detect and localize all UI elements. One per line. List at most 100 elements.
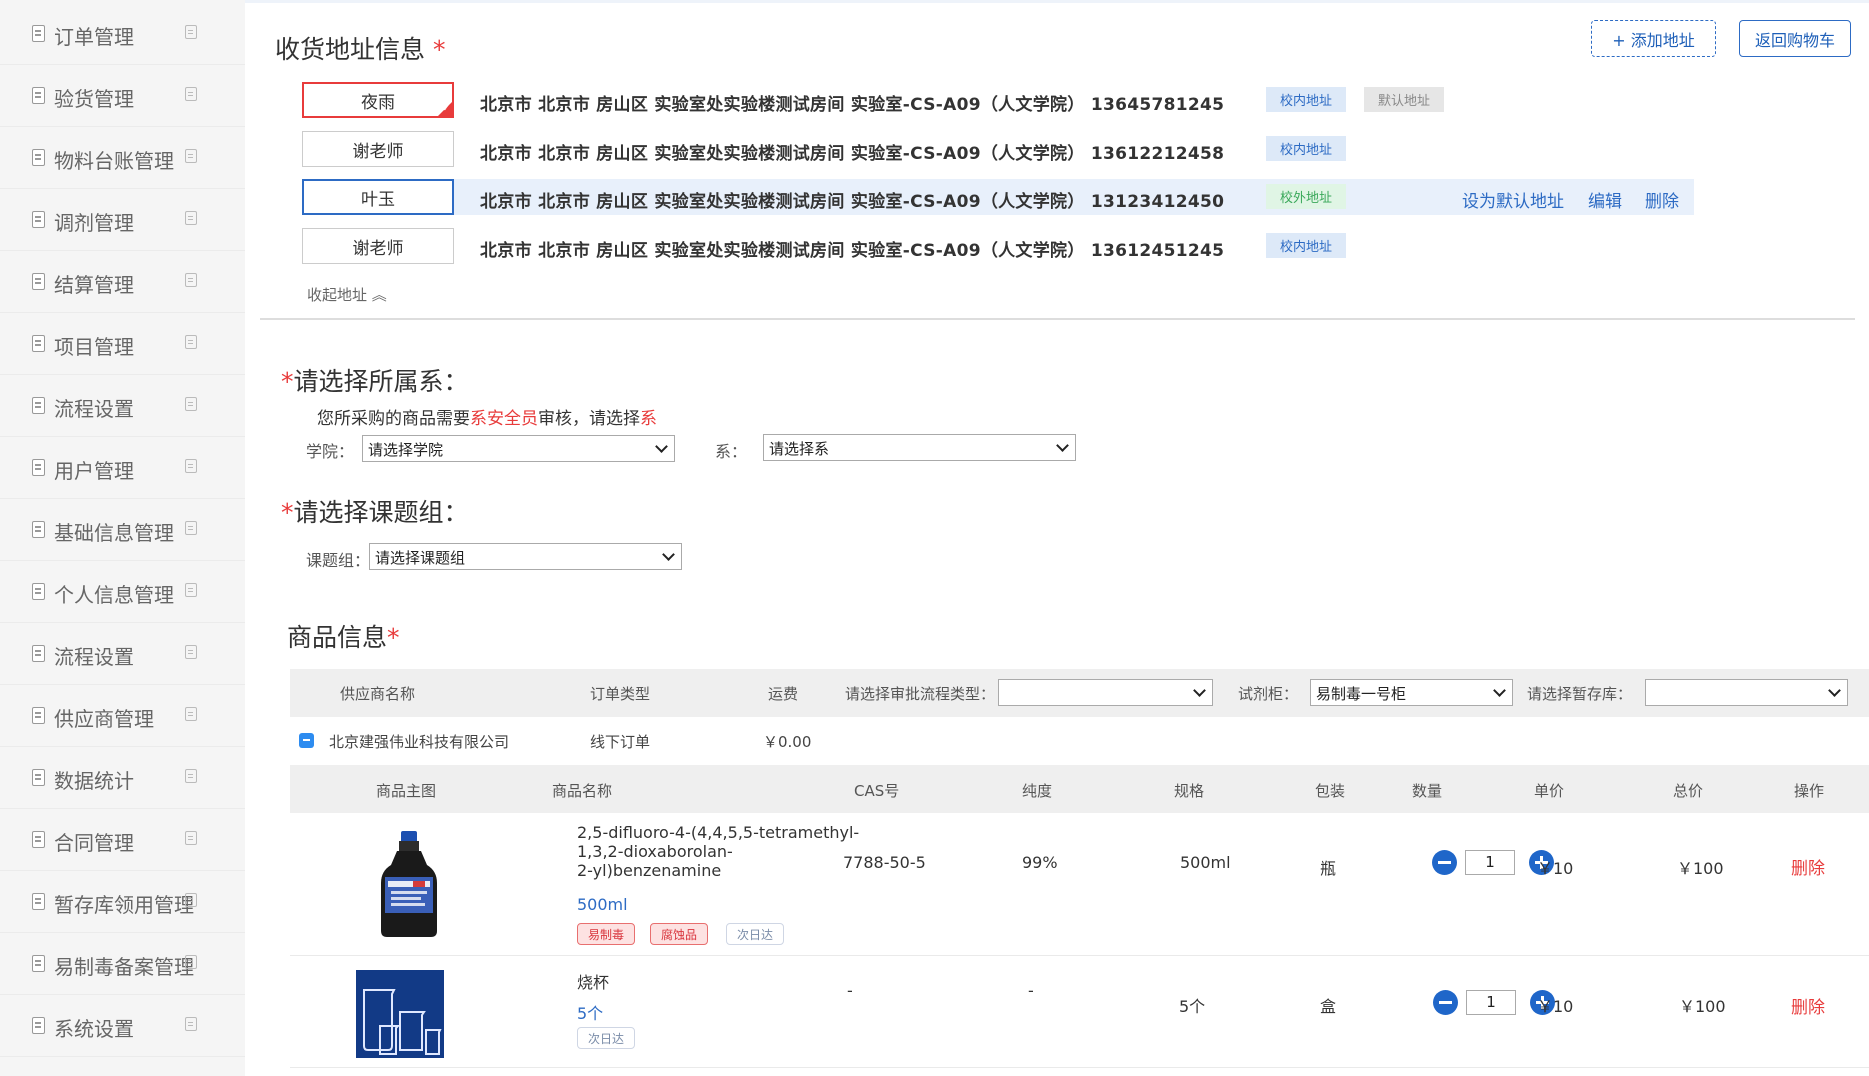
- edit-link[interactable]: 编辑: [1588, 187, 1622, 212]
- back-to-cart-button[interactable]: 返回购物车: [1739, 20, 1851, 57]
- approval-type-label: 请选择审批流程类型：: [845, 685, 996, 703]
- sidebar-item-label: 数据统计: [54, 769, 134, 793]
- sidebar-item-precursor-filing[interactable]: 易制毒备案管理: [0, 933, 245, 995]
- sidebar-item-label: 流程设置: [54, 645, 134, 669]
- default-tag: 默认地址: [1364, 87, 1445, 112]
- address-name-chip[interactable]: 谢老师: [302, 228, 454, 264]
- sidebar-item-label: 验货管理: [54, 87, 134, 111]
- document-icon: [32, 769, 45, 786]
- address-text: 北京市 北京市 房山区 实验室处实验楼测试房间 实验室-CS-A09（人文学院）…: [480, 241, 1225, 261]
- delete-product-link[interactable]: 删除: [1791, 993, 1825, 1018]
- set-default-link[interactable]: 设为默认地址: [1462, 187, 1564, 212]
- temp-storage-select[interactable]: [1645, 679, 1848, 706]
- chevron-down-icon: [655, 440, 668, 453]
- add-address-button[interactable]: + 添加地址: [1591, 20, 1716, 57]
- product-name[interactable]: 烧杯: [577, 973, 609, 992]
- section-divider: [260, 318, 1855, 320]
- sidebar-item-label: 项目管理: [54, 335, 134, 359]
- chevron-up-icon: ︽: [371, 286, 387, 304]
- sidebar-item-orders[interactable]: 订单管理: [0, 3, 245, 65]
- order-type: 线下订单: [590, 733, 651, 751]
- menu-toggle-icon: [185, 25, 197, 39]
- spec-link[interactable]: 500ml: [577, 895, 628, 914]
- supplier-row: 北京建强伟业科技有限公司 线下订单 ￥0.00: [290, 717, 1869, 765]
- address-row[interactable]: 谢老师 北京市 北京市 房山区 实验室处实验楼测试房间 实验室-CS-A09（人…: [302, 228, 1692, 264]
- delete-product-link[interactable]: 删除: [1791, 854, 1825, 879]
- menu-toggle-icon: [185, 893, 197, 907]
- address-name-chip[interactable]: 叶玉: [302, 179, 454, 215]
- chevron-down-icon: [1828, 684, 1841, 697]
- product-name[interactable]: 2,5-difluoro-4-(4,4,5,5-tetramethyl- 1,3…: [577, 823, 859, 880]
- sidebar-item-workflow-2[interactable]: 流程设置: [0, 623, 245, 685]
- menu-toggle-icon: [185, 459, 197, 473]
- chevron-down-icon: [662, 548, 675, 561]
- freight-value: ￥0.00: [763, 733, 812, 751]
- quantity-input[interactable]: 1: [1465, 850, 1515, 875]
- next-day-tag: 次日达: [726, 923, 785, 945]
- pack: 瓶: [1320, 859, 1337, 878]
- spec: 5个: [1179, 997, 1206, 1016]
- quantity-input[interactable]: 1: [1466, 990, 1516, 1015]
- sidebar-item-suppliers[interactable]: 供应商管理: [0, 685, 245, 747]
- collapse-address-link[interactable]: 收起地址 ︽: [307, 284, 387, 305]
- temp-storage-label: 请选择暂存库：: [1527, 685, 1633, 703]
- sidebar-item-label: 流程设置: [54, 397, 134, 421]
- campus-tag: 校内地址: [1266, 233, 1347, 258]
- menu-toggle-icon: [185, 335, 197, 349]
- chevron-down-icon: [1056, 439, 1069, 452]
- sidebar-item-label: 基础信息管理: [54, 521, 174, 545]
- sidebar-item-basic-info[interactable]: 基础信息管理: [0, 499, 245, 561]
- sidebar-item-transfer[interactable]: 调剂管理: [0, 189, 245, 251]
- top-border: [245, 0, 1869, 3]
- sidebar-item-label: 物料台账管理: [54, 149, 174, 173]
- sidebar-item-temp-storage[interactable]: 暂存库领用管理: [0, 871, 245, 933]
- delete-link[interactable]: 删除: [1645, 187, 1679, 212]
- document-icon: [32, 521, 45, 538]
- product-table-header: 商品主图 商品名称 CAS号 纯度 规格 包装 数量 单价 总价 操作: [290, 765, 1869, 813]
- college-select[interactable]: 请选择学院: [362, 435, 675, 462]
- address-name-chip[interactable]: 谢老师: [302, 131, 454, 167]
- dept-select[interactable]: 请选择系: [763, 434, 1076, 461]
- group-select[interactable]: 请选择课题组: [369, 543, 682, 570]
- document-icon: [32, 707, 45, 724]
- minus-icon[interactable]: [1433, 990, 1458, 1015]
- sidebar-item-contracts[interactable]: 合同管理: [0, 809, 245, 871]
- sidebar-item-statistics[interactable]: 数据统计: [0, 747, 245, 809]
- menu-toggle-icon: [185, 521, 197, 535]
- precursor-tag: 易制毒: [577, 923, 636, 945]
- document-icon: [32, 397, 45, 414]
- goods-section-title: 商品信息*: [287, 623, 400, 652]
- approval-type-select[interactable]: [998, 679, 1213, 706]
- address-name-chip-selected[interactable]: 夜雨 ✓: [302, 82, 454, 118]
- chevron-down-icon: [1493, 684, 1506, 697]
- sidebar-item-workflow[interactable]: 流程设置: [0, 375, 245, 437]
- document-icon: [32, 211, 45, 228]
- header-supplier: 供应商名称: [340, 685, 416, 703]
- campus-tag: 校内地址: [1266, 87, 1347, 112]
- cabinet-select[interactable]: 易制毒一号柜: [1310, 679, 1513, 706]
- sidebar-item-inspection[interactable]: 验货管理: [0, 65, 245, 127]
- address-row-hovered[interactable]: 叶玉 北京市 北京市 房山区 实验室处实验楼测试房间 实验室-CS-A09（人文…: [302, 179, 1694, 215]
- document-icon: [32, 831, 45, 848]
- document-icon: [32, 459, 45, 476]
- sidebar-item-settlement[interactable]: 结算管理: [0, 251, 245, 313]
- supplier-checkbox[interactable]: [299, 733, 314, 748]
- sidebar-item-projects[interactable]: 项目管理: [0, 313, 245, 375]
- sidebar-item-users[interactable]: 用户管理: [0, 437, 245, 499]
- spec-link[interactable]: 5个: [577, 1000, 603, 1024]
- address-text: 北京市 北京市 房山区 实验室处实验楼测试房间 实验室-CS-A09（人文学院）…: [480, 144, 1225, 164]
- checkmark-icon: ✓: [442, 104, 450, 114]
- campus-tag: 校内地址: [1266, 136, 1347, 161]
- sidebar-item-personal-info[interactable]: 个人信息管理: [0, 561, 245, 623]
- address-row[interactable]: 夜雨 ✓ 北京市 北京市 房山区 实验室处实验楼测试房间 实验室-CS-A09（人…: [302, 82, 1692, 118]
- cabinet-label: 试剂柜：: [1238, 685, 1299, 703]
- header-op: 操作: [1794, 782, 1825, 800]
- department-hint: 您所采购的商品需要系安全员审核，请选择系: [317, 409, 657, 429]
- address-row[interactable]: 谢老师 北京市 北京市 房山区 实验室处实验楼测试房间 实验室-CS-A09（人…: [302, 131, 1692, 167]
- minus-icon[interactable]: [1432, 850, 1457, 875]
- header-spec: 规格: [1174, 782, 1205, 800]
- product-row: 烧杯 5个 次日达 - - 5个 盒 1 ￥10 ￥100 删除: [290, 956, 1869, 1068]
- sidebar-item-material-ledger[interactable]: 物料台账管理: [0, 127, 245, 189]
- sidebar-item-system-settings[interactable]: 系统设置: [0, 995, 245, 1057]
- group-section-title: *请选择课题组：: [281, 498, 469, 527]
